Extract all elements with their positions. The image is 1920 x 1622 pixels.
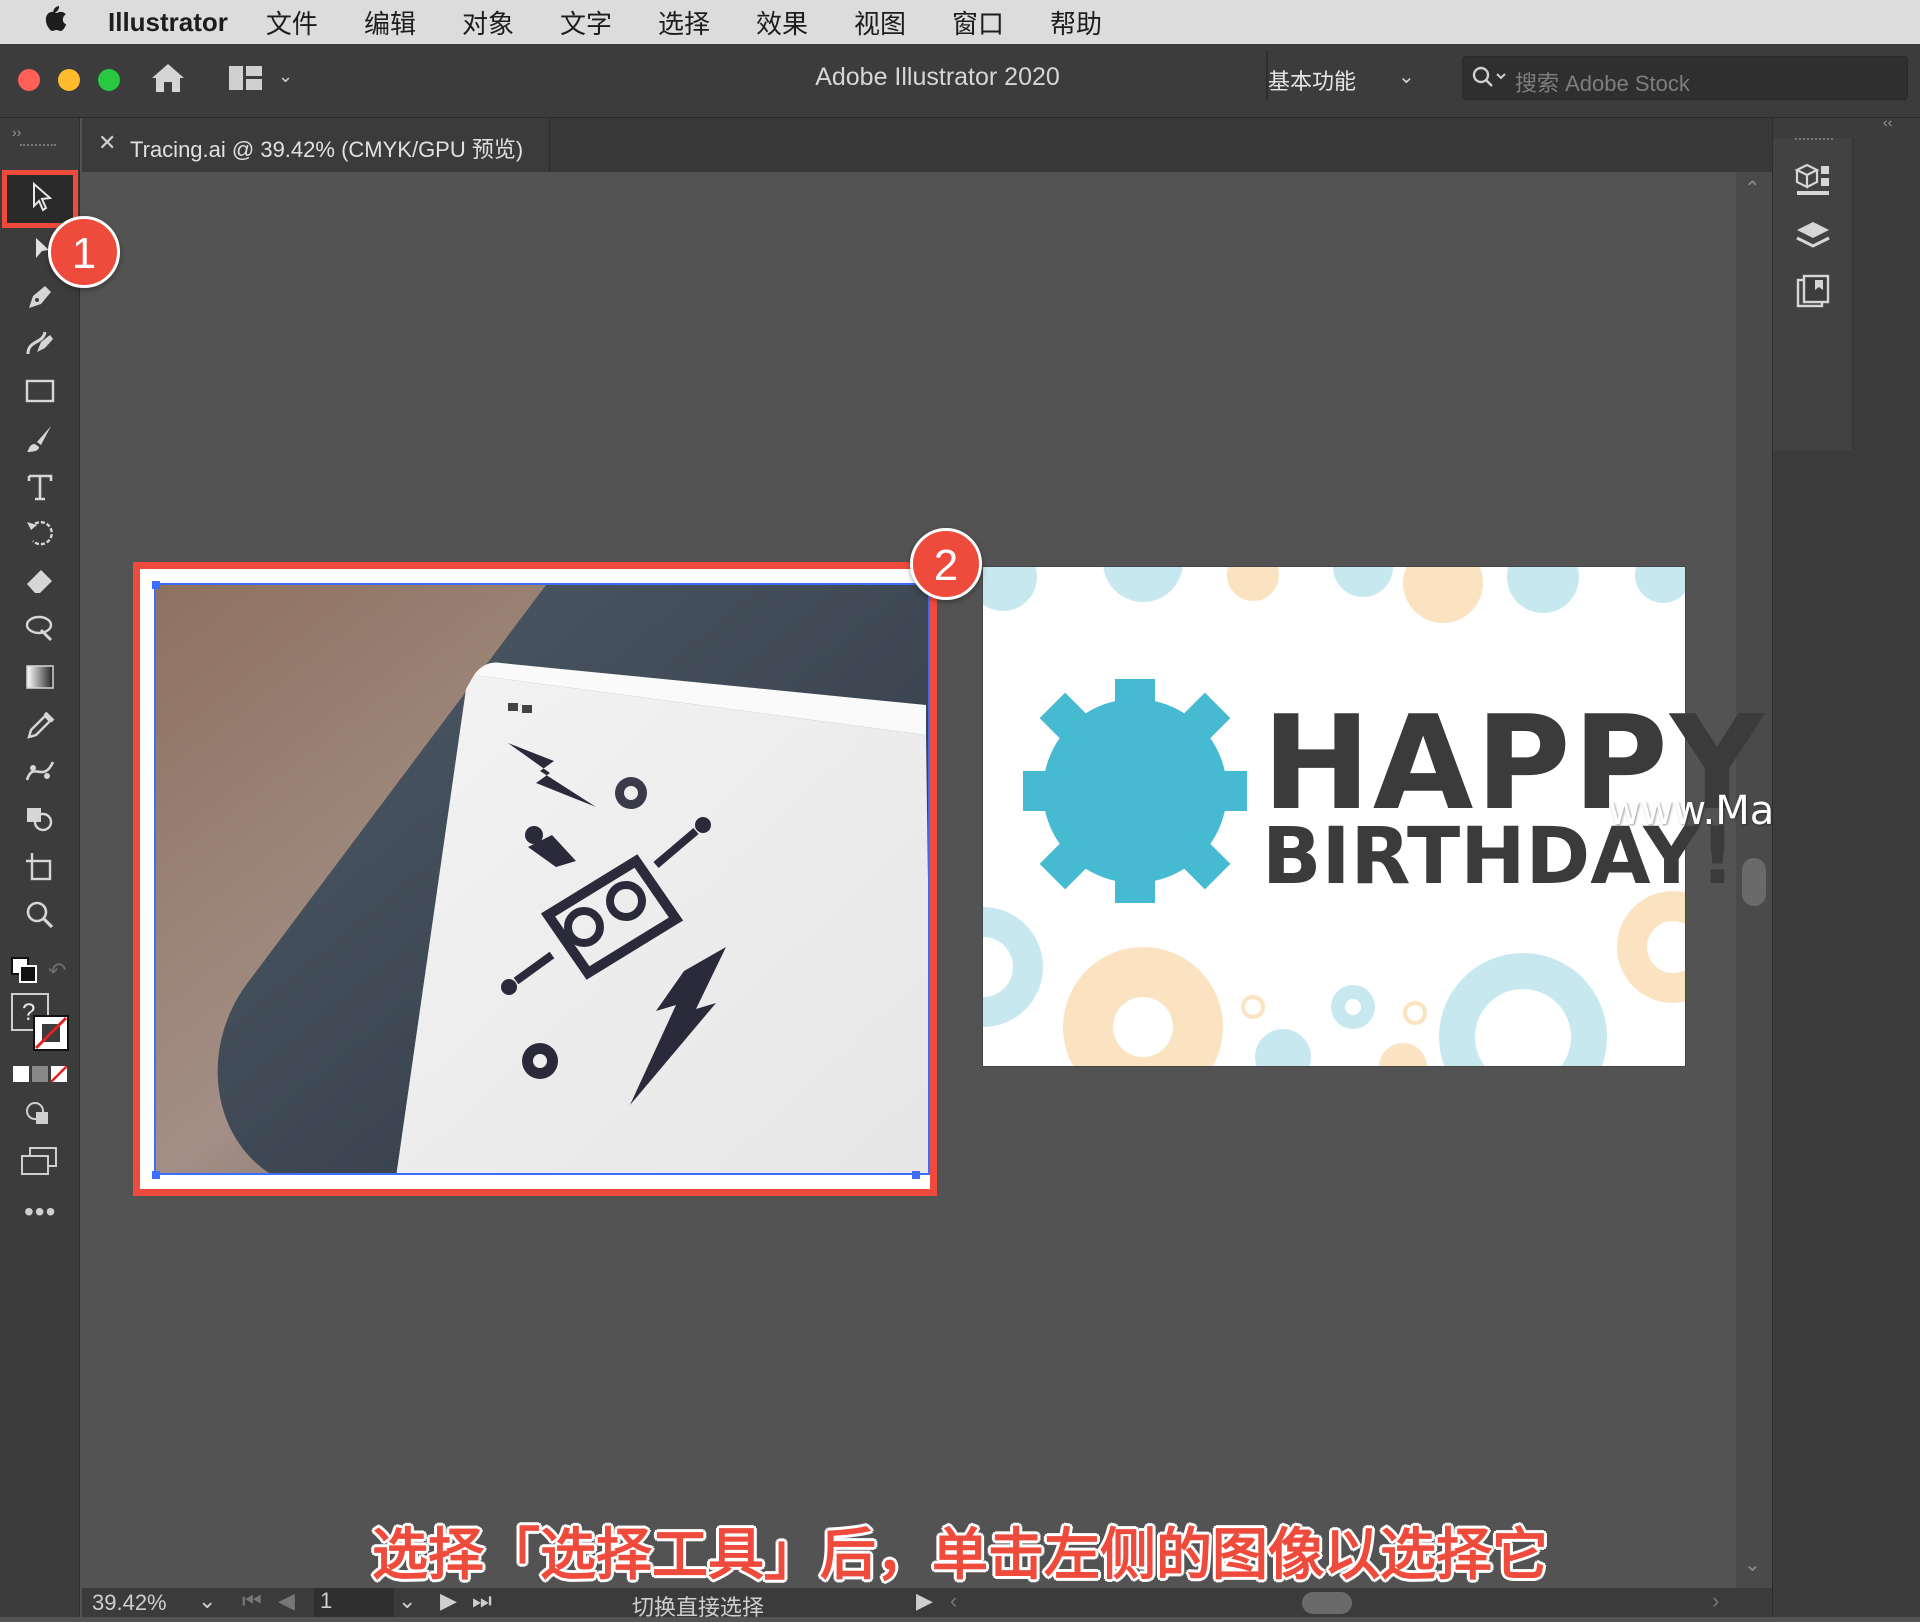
zoom-tool-button[interactable] bbox=[14, 896, 66, 938]
bounding-box-handle[interactable] bbox=[152, 1171, 160, 1179]
selected-image-highlight bbox=[133, 562, 937, 1196]
eraser-icon bbox=[23, 564, 57, 603]
pen-tool-button[interactable] bbox=[14, 278, 66, 320]
chevron-down-icon[interactable]: ⌄ bbox=[1398, 64, 1415, 89]
previous-artboard-icon[interactable]: ◀ bbox=[278, 1588, 295, 1614]
rotate-icon bbox=[23, 516, 57, 555]
paintbrush-tool-button[interactable] bbox=[14, 420, 66, 462]
tools-panel: ›› ↶ ? ••• bbox=[0, 118, 80, 1617]
panel-icon-column bbox=[1773, 138, 1853, 450]
gradient-icon bbox=[23, 660, 57, 699]
lasso-tool-button[interactable] bbox=[14, 610, 66, 652]
color-mode-buttons[interactable] bbox=[12, 1064, 68, 1089]
stock-search-input[interactable]: 搜索 Adobe Stock bbox=[1462, 56, 1908, 100]
grip-handle[interactable] bbox=[20, 144, 56, 150]
horizontal-scroll-thumb[interactable] bbox=[1302, 1592, 1352, 1614]
default-fill-stroke-icon[interactable] bbox=[10, 956, 40, 991]
puppet-warp-tool-button[interactable] bbox=[14, 752, 66, 794]
status-menu-arrow-icon[interactable]: ▶ bbox=[916, 1588, 933, 1614]
first-artboard-icon[interactable]: ⏮ bbox=[242, 1588, 262, 1614]
rectangle-icon bbox=[23, 374, 57, 413]
pen-icon bbox=[23, 280, 57, 319]
eraser-tool-button[interactable] bbox=[14, 562, 66, 604]
menu-effect[interactable]: 效果 bbox=[756, 4, 808, 41]
menu-view[interactable]: 视图 bbox=[854, 4, 906, 41]
draw-mode-icon[interactable] bbox=[24, 1100, 54, 1133]
scroll-up-icon[interactable]: ⌃ bbox=[1744, 176, 1761, 201]
robot-sketch-photo bbox=[156, 585, 928, 1173]
document-tab[interactable]: ✕ Tracing.ai @ 39.42% (CMYK/GPU 预览) bbox=[82, 118, 550, 172]
menu-type[interactable]: 文字 bbox=[560, 4, 612, 41]
fill-stroke-swatches[interactable]: ? bbox=[10, 992, 72, 1057]
menu-file[interactable]: 文件 bbox=[266, 4, 318, 41]
artboard-number-field[interactable]: 1 bbox=[314, 1588, 394, 1617]
title-bar: ⌄ Adobe Illustrator 2020 基本功能 ⌄ 搜索 Adobe… bbox=[0, 44, 1920, 118]
scroll-right-icon[interactable]: › bbox=[1712, 1588, 1719, 1614]
layers-icon[interactable] bbox=[1793, 218, 1833, 263]
paintbrush-icon bbox=[23, 422, 57, 461]
zoom-dropdown-chevron-icon[interactable]: ⌄ bbox=[198, 1588, 216, 1614]
eyedropper-tool-button[interactable] bbox=[14, 706, 66, 748]
collapse-toolbar-icon[interactable]: ›› bbox=[12, 124, 21, 140]
screen-mode-icon[interactable] bbox=[20, 1146, 58, 1181]
artboards-icon[interactable] bbox=[1793, 272, 1833, 317]
search-placeholder: 搜索 Adobe Stock bbox=[1515, 71, 1690, 96]
instruction-caption: 选择「选择工具」后，单击左侧的图像以选择它 bbox=[372, 1523, 1548, 1586]
rotate-tool-button[interactable] bbox=[14, 514, 66, 556]
type-t-icon bbox=[23, 470, 57, 509]
type-tool-button[interactable] bbox=[14, 468, 66, 510]
lasso-icon bbox=[23, 612, 57, 651]
vertical-scrollbar[interactable]: ⌃ ⌄ bbox=[1736, 172, 1772, 1588]
menu-help[interactable]: 帮助 bbox=[1050, 4, 1102, 41]
right-panel-dock: ‹‹ bbox=[1772, 114, 1920, 1617]
menubar: Illustrator 文件 编辑 对象 文字 选择 效果 视图 窗口 帮助 bbox=[0, 0, 1920, 44]
libraries-icon[interactable] bbox=[1793, 160, 1833, 205]
scroll-left-icon[interactable]: ‹ bbox=[950, 1588, 957, 1614]
swap-fill-stroke-icon[interactable]: ↶ bbox=[48, 958, 66, 984]
grip-handle[interactable] bbox=[1795, 138, 1833, 140]
teal-gear bbox=[1023, 679, 1247, 903]
document-tab-bar: ✕ Tracing.ai @ 39.42% (CMYK/GPU 预览) bbox=[82, 118, 1772, 172]
magnifier-icon bbox=[23, 898, 57, 937]
artboard-icon bbox=[23, 850, 57, 889]
scroll-thumb[interactable] bbox=[1742, 858, 1766, 906]
placed-image[interactable] bbox=[154, 583, 930, 1175]
gradient-tool-button[interactable] bbox=[14, 658, 66, 700]
collapse-panels-icon[interactable]: ‹‹ bbox=[1883, 114, 1892, 130]
next-artboard-icon[interactable]: ▶ bbox=[440, 1588, 457, 1614]
artboard-dropdown-chevron-icon[interactable]: ⌄ bbox=[398, 1588, 416, 1614]
search-icon bbox=[1471, 65, 1511, 96]
app-menu[interactable]: Illustrator bbox=[108, 7, 228, 38]
rectangle-tool-button[interactable] bbox=[14, 372, 66, 414]
step-badge-1: 1 bbox=[48, 216, 120, 288]
edit-toolbar-icon[interactable]: ••• bbox=[24, 1196, 56, 1228]
zoom-level-field[interactable]: 39.42% bbox=[92, 1590, 167, 1616]
artboard-tool-button[interactable] bbox=[14, 848, 66, 890]
puppet-warp-icon bbox=[23, 754, 57, 793]
close-tab-icon[interactable]: ✕ bbox=[98, 130, 116, 156]
bounding-box-handle[interactable] bbox=[152, 581, 160, 589]
apple-icon[interactable] bbox=[40, 2, 80, 42]
selection-tool-button[interactable] bbox=[14, 178, 66, 220]
menu-edit[interactable]: 编辑 bbox=[364, 4, 416, 41]
selection-arrow-icon bbox=[23, 180, 57, 219]
curvature-tool-button[interactable] bbox=[14, 324, 66, 366]
document-tab-label: Tracing.ai @ 39.42% (CMYK/GPU 预览) bbox=[130, 137, 524, 162]
eyedropper-icon bbox=[23, 708, 57, 747]
workspace-switcher[interactable]: 基本功能 bbox=[1268, 64, 1356, 96]
menu-object[interactable]: 对象 bbox=[462, 4, 514, 41]
bounding-box-handle[interactable] bbox=[912, 1171, 920, 1179]
shape-builder-tool-button[interactable] bbox=[14, 800, 66, 842]
curvature-pen-icon bbox=[23, 326, 57, 365]
status-bar: 39.42% ⌄ ⏮ ◀ 1 ⌄ ▶ ⏭ 切换直接选择 ▶ ‹ › bbox=[82, 1588, 1772, 1620]
step-badge-2: 2 bbox=[910, 528, 982, 600]
shape-builder-icon bbox=[23, 802, 57, 841]
menu-window[interactable]: 窗口 bbox=[952, 4, 1004, 41]
menu-select[interactable]: 选择 bbox=[658, 4, 710, 41]
status-tool-hint[interactable]: 切换直接选择 bbox=[632, 1590, 764, 1622]
last-artboard-icon[interactable]: ⏭ bbox=[472, 1588, 492, 1614]
